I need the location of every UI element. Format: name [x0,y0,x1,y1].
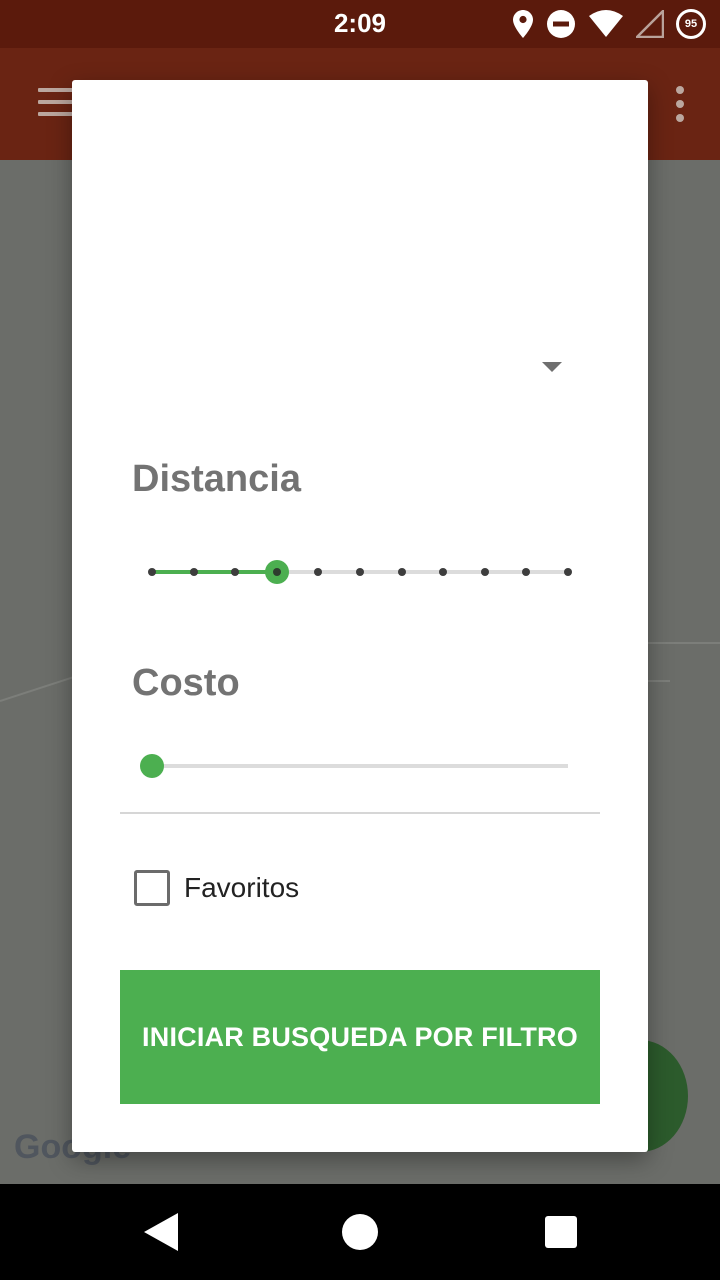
location-icon [513,10,533,38]
more-vert-icon[interactable] [674,86,684,122]
costo-slider[interactable] [140,746,568,786]
slider-tick [189,568,198,576]
costo-label: Costo [132,662,240,704]
filter-dialog: Distancia Costo Favoritos INICIAR BUSQUE… [72,80,648,1152]
menu-icon[interactable] [38,88,74,116]
map-road [640,642,720,644]
slider-tick [397,568,406,576]
do-not-disturb-icon [547,10,575,38]
wifi-icon [589,10,623,37]
slider-thumb[interactable] [264,560,289,584]
cell-signal-icon [636,10,664,38]
divider [120,812,600,814]
recents-icon[interactable] [545,1216,577,1248]
distancia-slider[interactable] [148,552,572,592]
navigation-bar [0,1184,720,1280]
arrow-drop-down-icon[interactable] [542,362,562,372]
slider-thumb[interactable] [140,754,164,778]
slider-tick [480,568,489,576]
slider-tick [148,568,156,576]
start-search-button[interactable]: INICIAR BUSQUEDA POR FILTRO [120,970,600,1104]
slider-tick [356,568,364,576]
favoritos-label[interactable]: Favoritos [184,872,299,904]
battery-icon: 95 [676,9,706,39]
slider-tick [564,568,572,576]
slider-tick [314,568,323,576]
status-icons: 95 [512,8,706,40]
distancia-label: Distancia [132,458,301,500]
status-bar: 2:09 95 [0,0,720,48]
home-icon[interactable] [342,1214,378,1250]
back-icon[interactable] [142,1212,180,1252]
slider-tick [522,568,531,576]
slider-track-active [152,570,277,574]
slider-tick [439,568,448,576]
favoritos-checkbox[interactable] [134,870,170,906]
slider-tick [231,568,240,576]
slider-track [152,764,568,768]
